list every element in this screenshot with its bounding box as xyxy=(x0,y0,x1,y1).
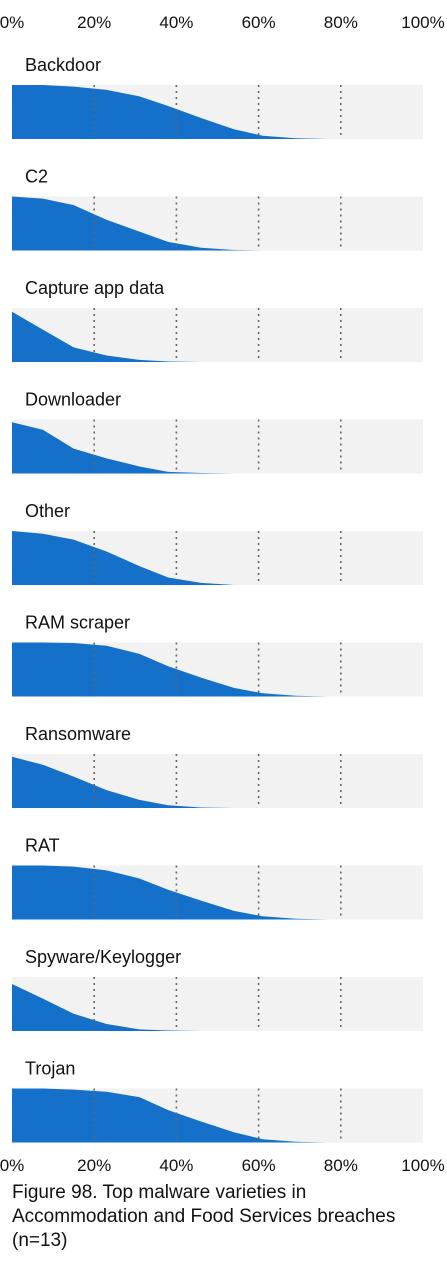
top-axis-tick-label: 100% xyxy=(401,13,444,32)
bottom-axis-tick-label: 80% xyxy=(324,1156,358,1175)
bottom-axis-tick-label: 20% xyxy=(77,1156,111,1175)
bottom-axis-tick-label: 40% xyxy=(159,1156,193,1175)
series-label: Other xyxy=(25,501,70,521)
chart-svg: 0% 20% 40% 60% 80% 100% Backdoor C2 Capture app … xyxy=(0,13,445,1175)
series-label: Trojan xyxy=(25,1059,75,1079)
figure-caption: Figure 98. Top malware varieties in Acco… xyxy=(12,1182,396,1251)
top-axis-tick-label: 60% xyxy=(242,13,276,32)
series-label: Ransomware xyxy=(25,724,131,744)
series-label: Capture app data xyxy=(25,278,165,298)
series-label: RAM scraper xyxy=(25,613,130,633)
series-label: Downloader xyxy=(25,390,121,410)
series-label: Spyware/Keylogger xyxy=(25,947,181,967)
bottom-axis-tick-label: 60% xyxy=(242,1156,276,1175)
top-axis-tick-label: 40% xyxy=(159,13,193,32)
series-label: C2 xyxy=(25,167,48,187)
top-axis-tick-label: 80% xyxy=(324,13,358,32)
top-axis-tick-label: 0% xyxy=(0,13,24,32)
chart-root: 0% 20% 40% 60% 80% 100% Backdoor C2 Capture app … xyxy=(0,0,447,1274)
bottom-axis-tick-label: 100% xyxy=(401,1156,444,1175)
series-label: RAT xyxy=(25,836,60,856)
bottom-axis-tick-label: 0% xyxy=(0,1156,24,1175)
series-label: Backdoor xyxy=(25,55,101,75)
top-axis-tick-label: 20% xyxy=(77,13,111,32)
